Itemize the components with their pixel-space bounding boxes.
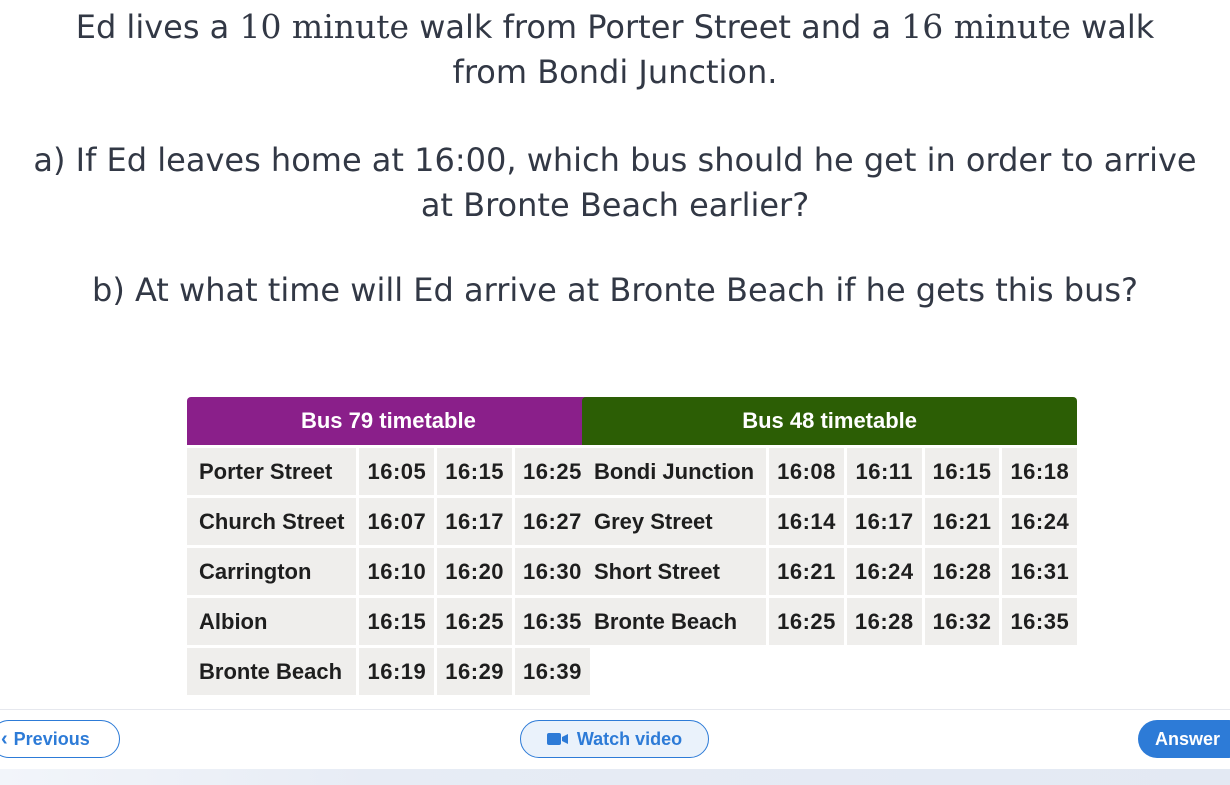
- bottom-strip: [0, 769, 1230, 785]
- time-cell: 16:05: [359, 448, 435, 495]
- stop-name: Grey Street: [582, 498, 767, 545]
- question-part-b: b) At what time will Ed arrive at Bronte…: [92, 271, 1138, 309]
- question-intro-line2: from Bondi Junction.: [452, 53, 778, 91]
- time-cell: 16:18: [1002, 448, 1078, 495]
- time-cell: 16:15: [924, 448, 1000, 495]
- stop-name: Bronte Beach: [582, 598, 767, 645]
- time-cell: 16:21: [769, 548, 844, 595]
- question-part-a-line1: a) If Ed leaves home at 16:00, which bus…: [33, 141, 1197, 179]
- time-cell: 16:19: [359, 648, 435, 695]
- time-cell: 16:28: [846, 598, 922, 645]
- chevron-left-icon: ‹: [1, 727, 8, 750]
- time-cell: 16:35: [1002, 598, 1078, 645]
- table-row: Bronte Beach 16:19 16:29 16:39: [187, 648, 590, 695]
- time-cell: 16:31: [1002, 548, 1078, 595]
- time-cell: 16:17: [437, 498, 513, 545]
- watch-video-button[interactable]: Watch video: [520, 720, 709, 758]
- table-row: Grey Street 16:14 16:17 16:21 16:24: [582, 498, 1078, 545]
- bus-48-timetable: Bus 48 timetable Bondi Junction 16:08 16:1…: [579, 394, 1080, 648]
- time-cell: 16:25: [437, 598, 513, 645]
- previous-button[interactable]: ‹ Previous: [0, 720, 120, 758]
- answer-label: Answer: [1155, 728, 1221, 749]
- table-row: Bronte Beach 16:25 16:28 16:32 16:35: [582, 598, 1078, 645]
- watch-video-label: Watch video: [576, 728, 683, 749]
- question-intro-line1: Ed lives a 10 minute walk from Porter St…: [75, 7, 1155, 46]
- time-cell: 16:25: [769, 598, 844, 645]
- time-cell: 16:11: [846, 448, 922, 495]
- stop-name: Bondi Junction: [582, 448, 767, 495]
- stop-name: Bronte Beach: [187, 648, 357, 695]
- table-row: Albion 16:15 16:25 16:35: [187, 598, 590, 645]
- time-cell: 16:29: [437, 648, 513, 695]
- time-cell: 16:08: [769, 448, 844, 495]
- table-row: Porter Street 16:05 16:15 16:25: [187, 448, 590, 495]
- stop-name: Carrington: [187, 548, 357, 595]
- stop-name: Albion: [187, 598, 357, 645]
- question-part-a: a) If Ed leaves home at 16:00, which bus…: [0, 138, 1230, 228]
- time-cell: 16:20: [437, 548, 513, 595]
- time-cell: 16:28: [924, 548, 1000, 595]
- time-cell: 16:32: [924, 598, 1000, 645]
- question-intro: Ed lives a 10 minute walk from Porter St…: [0, 4, 1230, 95]
- time-cell: 16:15: [359, 598, 435, 645]
- time-cell: 16:10: [359, 548, 435, 595]
- table-row: Carrington 16:10 16:20 16:30: [187, 548, 590, 595]
- time-cell: 16:14: [769, 498, 844, 545]
- time-cell: 16:15: [437, 448, 513, 495]
- footer-divider: [0, 709, 1230, 710]
- table-row: Church Street 16:07 16:17 16:27: [187, 498, 590, 545]
- stop-name: Porter Street: [187, 448, 357, 495]
- video-camera-icon: [546, 732, 569, 746]
- time-cell: 16:21: [924, 498, 1000, 545]
- bus-79-timetable: Bus 79 timetable Porter Street 16:05 16:15…: [184, 394, 593, 698]
- previous-label: Previous: [13, 728, 90, 749]
- table-row: Bondi Junction 16:08 16:11 16:15 16:18: [582, 448, 1078, 495]
- stop-name: Church Street: [187, 498, 357, 545]
- time-cell: 16:07: [359, 498, 435, 545]
- answer-button[interactable]: Answer: [1138, 720, 1230, 758]
- time-cell: 16:39: [515, 648, 590, 695]
- question-part-a-line2: at Bronte Beach earlier?: [420, 186, 810, 224]
- bus-48-title: Bus 48 timetable: [582, 397, 1078, 445]
- table-row: Short Street 16:21 16:24 16:28 16:31: [582, 548, 1078, 595]
- stop-name: Short Street: [582, 548, 767, 595]
- time-cell: 16:17: [846, 498, 922, 545]
- time-cell: 16:24: [1002, 498, 1078, 545]
- time-cell: 16:24: [846, 548, 922, 595]
- bus-79-title: Bus 79 timetable: [187, 397, 590, 445]
